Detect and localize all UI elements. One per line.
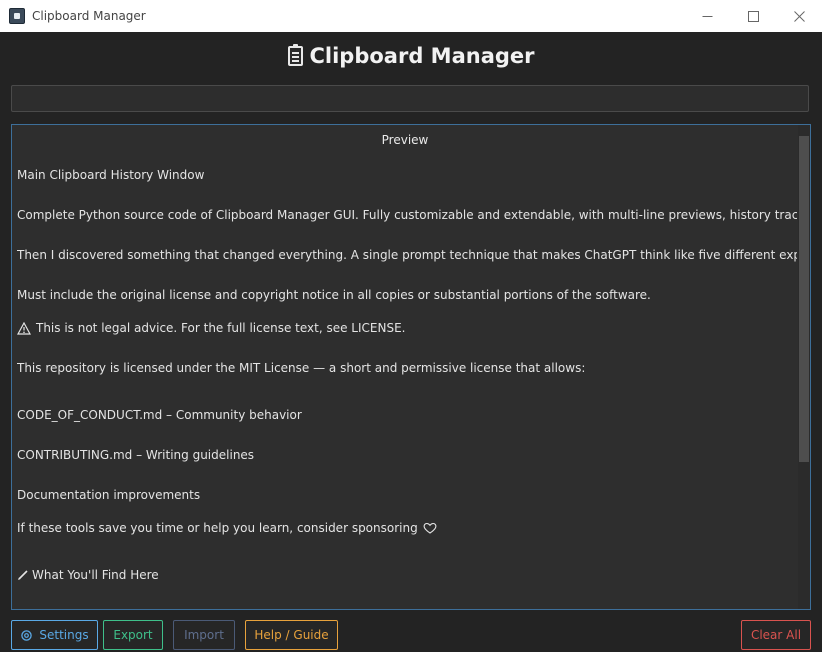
heart-icon	[423, 522, 437, 534]
import-button[interactable]: Import	[173, 620, 235, 650]
preview-line: CODE_OF_CONDUCT.md – Community behavior	[17, 408, 302, 422]
settings-button[interactable]: Settings	[11, 620, 98, 650]
preview-line-find: What You'll Find Here	[17, 568, 797, 582]
preview-line-warning: This is not legal advice. For the full l…	[17, 321, 797, 335]
export-label: Export	[113, 628, 153, 642]
import-label: Import	[184, 628, 224, 642]
pencil-icon	[18, 570, 28, 580]
close-icon	[793, 10, 805, 22]
window-title: Clipboard Manager	[32, 9, 146, 23]
scrollbar-thumb[interactable]	[799, 136, 809, 462]
close-button[interactable]	[776, 0, 822, 32]
preview-line: This repository is licensed under the MI…	[17, 361, 586, 375]
preview-line-text: What You'll Find Here	[32, 568, 159, 582]
page-title: Clipboard Manager	[0, 44, 822, 68]
preview-line-text: This is not legal advice. For the full l…	[36, 321, 406, 335]
window-controls	[684, 0, 822, 32]
export-button[interactable]: Export	[103, 620, 163, 650]
search-input[interactable]	[11, 85, 809, 112]
preview-line: Must include the original license and co…	[17, 288, 651, 302]
page-title-text: Clipboard Manager	[309, 44, 535, 68]
preview-panel[interactable]: Preview Main Clipboard History Window Co…	[11, 124, 811, 610]
preview-line: Complete Python source code of Clipboard…	[17, 208, 797, 222]
app-icon	[9, 8, 25, 24]
minimize-button[interactable]	[684, 0, 730, 32]
preview-header: Preview	[381, 133, 429, 147]
preview-line-sponsor: If these tools save you time or help you…	[17, 521, 797, 535]
preview-line-text: If these tools save you time or help you…	[17, 521, 418, 535]
preview-line: CONTRIBUTING.md – Writing guidelines	[17, 448, 255, 462]
gear-icon	[21, 629, 33, 641]
settings-label: Settings	[39, 628, 89, 642]
title-bar: Clipboard Manager	[0, 0, 822, 32]
help-guide-label: Help / Guide	[254, 628, 329, 642]
preview-scrollbar[interactable]	[798, 125, 810, 609]
help-guide-button[interactable]: Help / Guide	[245, 620, 338, 650]
minimize-icon	[702, 15, 712, 17]
maximize-button[interactable]	[730, 0, 776, 32]
preview-line: Main Clipboard History Window	[17, 168, 205, 182]
clipboard-icon	[287, 44, 303, 66]
clear-all-label: Clear All	[750, 628, 802, 642]
maximize-icon	[747, 10, 759, 22]
preview-line: Documentation improvements	[17, 488, 201, 502]
warning-icon	[17, 321, 31, 335]
clear-all-button[interactable]: Clear All	[741, 620, 811, 650]
preview-line: Then I discovered something that changed…	[17, 248, 797, 262]
